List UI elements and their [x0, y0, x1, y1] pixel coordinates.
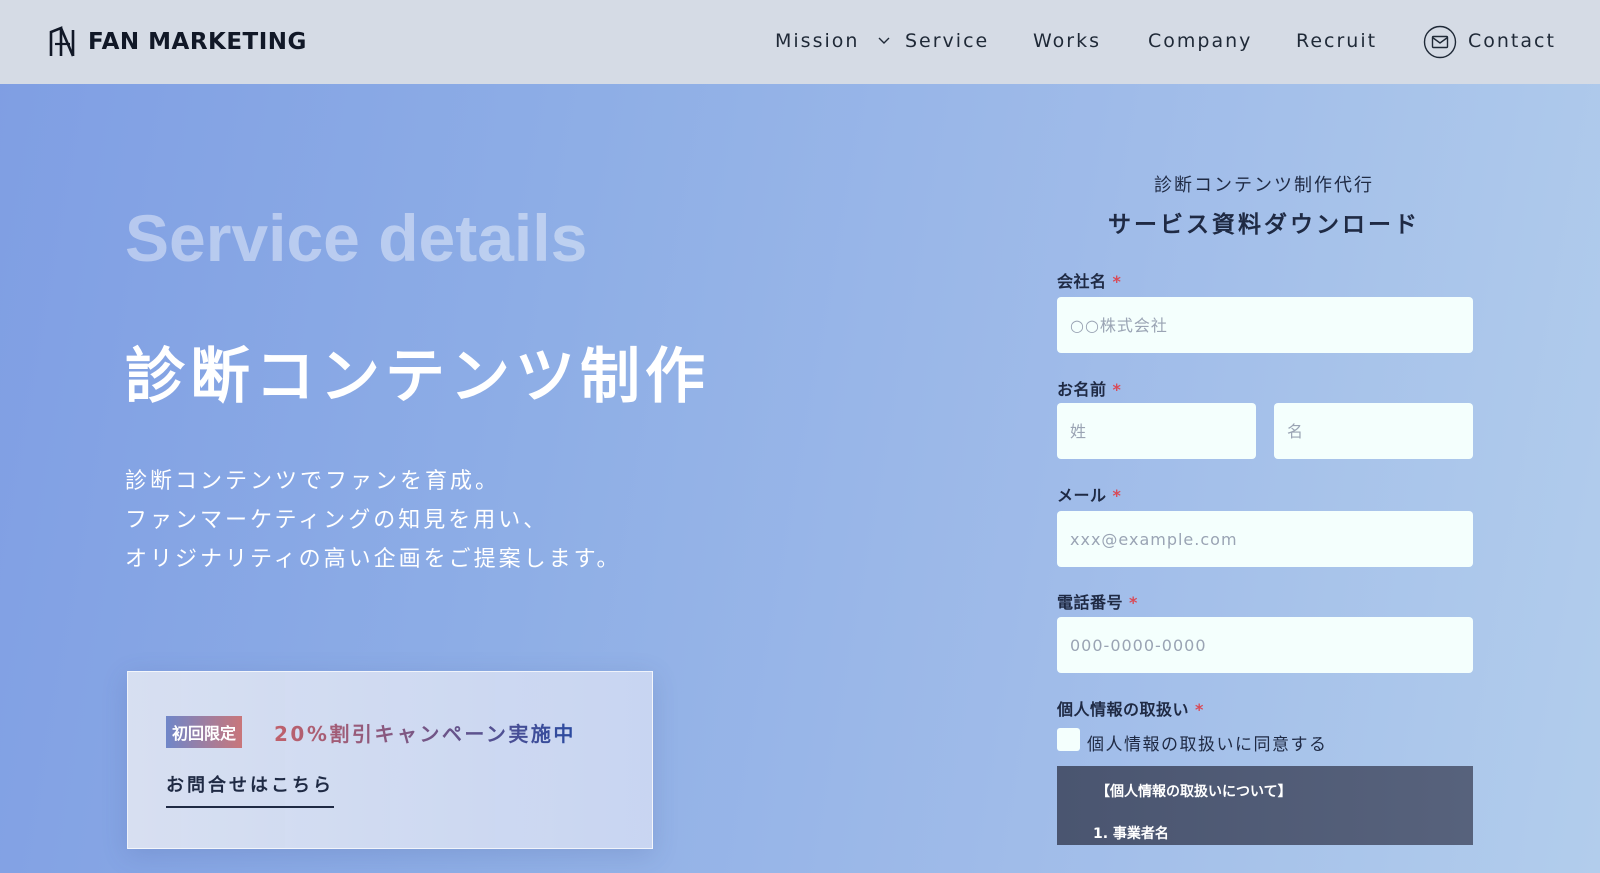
name-label-text: お名前 [1057, 380, 1107, 399]
privacy-label-text: 個人情報の取扱い [1057, 700, 1190, 719]
privacy-label: 個人情報の取扱い * [1057, 696, 1204, 720]
hero-description: 診断コンテンツでファンを育成。 ファンマーケティングの知見を用い、 オリジナリテ… [125, 462, 621, 579]
form-title: サービス資料ダウンロード [1108, 212, 1420, 238]
required-mark: * [1112, 380, 1122, 399]
nav-works[interactable]: Works [1033, 30, 1101, 52]
nav-mission[interactable]: Mission [775, 30, 859, 52]
company-label: 会社名 * [1057, 268, 1121, 292]
nav-recruit[interactable]: Recruit [1296, 30, 1377, 52]
privacy-policy-box[interactable]: 【個人情報の取扱いについて】 1. 事業者名 [1057, 766, 1473, 845]
nav-company[interactable]: Company [1148, 30, 1252, 52]
required-mark: * [1112, 272, 1122, 291]
required-mark: * [1112, 486, 1122, 505]
logo-text: FAN MARKETING [88, 29, 307, 55]
first-name-input[interactable] [1274, 403, 1473, 459]
email-label-text: メール [1057, 486, 1107, 505]
logo[interactable]: FAN MARKETING [48, 26, 307, 58]
nav-contact[interactable]: Contact [1468, 30, 1556, 52]
last-name-input[interactable] [1057, 403, 1256, 459]
mail-icon[interactable] [1423, 25, 1457, 59]
required-mark: * [1129, 593, 1138, 612]
name-label: お名前 * [1057, 376, 1121, 400]
phone-input[interactable] [1057, 617, 1473, 673]
hero-description-line: ファンマーケティングの知見を用い、 [125, 508, 549, 533]
email-input[interactable] [1057, 511, 1473, 567]
phone-label: 電話番号 * [1057, 589, 1138, 613]
email-label: メール * [1057, 482, 1121, 506]
campaign-badge: 初回限定 [166, 716, 243, 748]
chevron-down-icon[interactable] [878, 36, 890, 46]
phone-label-text: 電話番号 [1057, 593, 1124, 612]
company-input[interactable] [1057, 297, 1473, 353]
hero-description-line: オリジナリティの高い企画をご提案します。 [125, 547, 622, 572]
campaign-card: 初回限定 20%割引キャンペーン実施中 お問合せはこちら [127, 671, 653, 849]
nav-service[interactable]: Service [905, 30, 989, 52]
privacy-consent-checkbox[interactable] [1057, 728, 1080, 751]
required-mark: * [1195, 700, 1204, 719]
page-title: 診断コンテンツ制作 [125, 342, 710, 412]
privacy-policy-heading: 【個人情報の取扱いについて】 [1096, 784, 1292, 800]
site-header: FAN MARKETING Mission Service Works Comp… [0, 0, 1600, 84]
hero-eyebrow: Service details [125, 201, 588, 275]
hero-description-line: 診断コンテンツでファンを育成。 [125, 469, 501, 494]
company-label-text: 会社名 [1057, 272, 1107, 291]
privacy-consent-label[interactable]: 個人情報の取扱いに同意する [1087, 730, 1328, 755]
privacy-policy-item: 1. 事業者名 [1093, 826, 1169, 842]
contact-link[interactable]: お問合せはこちら [166, 771, 334, 808]
campaign-text: 20%割引キャンペーン実施中 [274, 718, 576, 747]
logo-mark-icon [49, 26, 75, 57]
form-subtitle: 診断コンテンツ制作代行 [1154, 175, 1374, 196]
